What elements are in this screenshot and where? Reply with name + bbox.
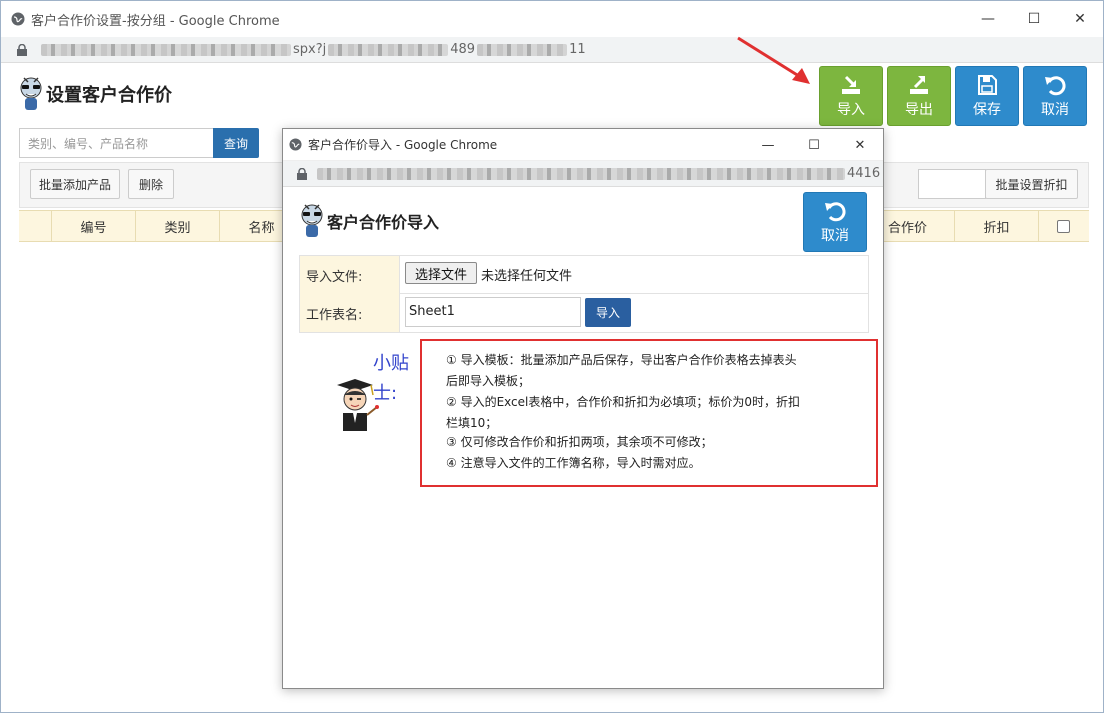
delete-button[interactable]: 删除 [128, 169, 174, 199]
close-button[interactable]: ✕ [1057, 1, 1103, 37]
popup-import-button[interactable]: 导入 [585, 298, 631, 327]
sheet-name-input[interactable]: Sheet1 [405, 297, 581, 327]
export-button[interactable]: 导出 [887, 66, 951, 126]
page-title: 设置客户合作价 [46, 85, 172, 106]
mascot-logo-icon [20, 77, 42, 110]
discount-input[interactable] [918, 169, 986, 199]
export-icon [910, 76, 928, 94]
import-icon [842, 75, 860, 94]
url-fragment: 11 [569, 42, 586, 57]
search-input[interactable]: 类别、编号、产品名称 [19, 128, 213, 158]
tips-box: ① 导入模板：批量添加产品后保存，导出客户合作价表格去掉表头 后即导入模板； ②… [420, 339, 878, 487]
popup-close-button[interactable]: ✕ [837, 129, 883, 161]
url-blurred-segment [477, 43, 568, 56]
select-all-cell [1038, 210, 1088, 242]
lock-icon [17, 43, 27, 56]
maximize-button[interactable]: ☐ [1011, 1, 1057, 37]
tip-line: ④ 注意导入文件的工作簿名称，导入时需对应。 [446, 456, 701, 470]
cancel-button[interactable]: 取消 [1023, 66, 1087, 126]
import-button[interactable]: 导入 [819, 66, 883, 126]
import-popup-window: 客户合作价导入 - Google Chrome — ☐ ✕ 4416 客户合作价… [282, 128, 884, 689]
save-button-label: 保存 [973, 102, 1001, 118]
column-header-category[interactable]: 类别 [135, 210, 219, 242]
minimize-button[interactable]: — [965, 1, 1011, 37]
url-blurred-segment [41, 43, 291, 56]
popup-cancel-button[interactable]: 取消 [803, 192, 867, 252]
cancel-button-label: 取消 [1041, 102, 1069, 118]
url-blurred-segment [328, 43, 449, 56]
undo-icon [1045, 76, 1066, 96]
save-button[interactable]: 保存 [955, 66, 1019, 126]
main-titlebar: 客户合作价设置-按分组 - Google Chrome [1, 1, 1103, 37]
tip-line: ① 导入模板：批量添加产品后保存，导出客户合作价表格去掉表头 [446, 353, 797, 367]
sheet-label: 工作表名: [300, 294, 400, 332]
lock-icon [297, 167, 307, 180]
popup-minimize-button[interactable]: — [745, 129, 791, 161]
page-header: 设置客户合作价 [18, 74, 172, 114]
import-form: 导入文件: 工作表名: [299, 255, 869, 333]
column-header-code[interactable]: 编号 [51, 210, 135, 242]
popup-cancel-label: 取消 [821, 228, 849, 244]
url-fragment: spx?j [293, 42, 327, 57]
url-blurred-segment [317, 167, 845, 180]
globe-icon [11, 12, 25, 26]
floppy-icon [978, 75, 997, 95]
undo-icon [825, 202, 846, 222]
popup-header: 客户合作价导入 [299, 201, 439, 241]
select-all-checkbox[interactable] [1057, 219, 1070, 233]
batch-discount-button[interactable]: 批量设置折扣 [985, 169, 1078, 199]
file-label: 导入文件: [300, 256, 400, 294]
search-button[interactable]: 查询 [213, 128, 259, 158]
popup-title: 客户合作价导入 [327, 213, 440, 232]
file-status-text: 未选择任何文件 [481, 269, 573, 284]
popup-maximize-button[interactable]: ☐ [791, 129, 837, 161]
import-button-label: 导入 [837, 102, 865, 118]
popup-address-bar[interactable]: 4416 [283, 161, 883, 187]
choose-file-button[interactable]: 选择文件 [405, 262, 477, 284]
tip-line: ② 导入的Excel表格中，合作价和折扣为必填项；标价为0时，折扣 [446, 395, 800, 409]
sheet-row: 工作表名: [300, 294, 868, 332]
teacher-mascot-icon [337, 379, 379, 431]
red-arrow-annotation [737, 36, 810, 84]
url-fragment: 489 [450, 42, 476, 57]
tip-line: 后即导入模板； [446, 374, 531, 388]
main-address-bar[interactable]: spx?j 489 11 [1, 37, 1103, 63]
globe-icon [289, 138, 302, 151]
file-row: 导入文件: [300, 256, 868, 294]
mascot-logo-icon [301, 204, 323, 237]
popup-window-title: 客户合作价导入 - Google Chrome [308, 138, 498, 152]
tip-line: ③ 仅可修改合作价和折扣两项，其余项不可修改； [446, 435, 713, 449]
export-button-label: 导出 [905, 102, 933, 118]
popup-url-fragment: 4416 [847, 166, 881, 181]
main-window-title: 客户合作价设置-按分组 - Google Chrome [31, 13, 280, 29]
tip-line: 栏填10； [446, 416, 498, 430]
batch-add-button[interactable]: 批量添加产品 [30, 169, 120, 199]
column-header-discount[interactable]: 折扣 [954, 210, 1038, 242]
tips-label: 小贴士: [373, 353, 409, 404]
